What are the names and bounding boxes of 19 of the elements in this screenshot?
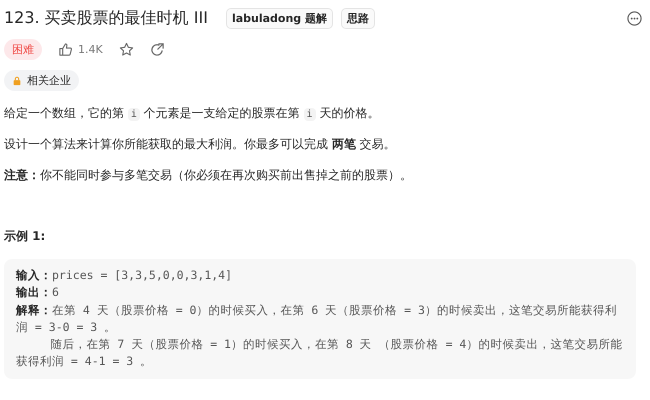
example-line: 输出：6 <box>16 284 60 302</box>
tag[interactable]: labuladong 题解 <box>226 8 334 28</box>
difficulty-badge: 困难 <box>4 39 42 60</box>
example-line: 解释：在第 4 天（股票价格 = 0）的时候买入，在第 6 天（股票价格 = 3）的时候卖出，这笔交易所能获得利润 = 3-0 = 3 。 <box>16 302 618 336</box>
thumbs-up-icon <box>58 42 73 57</box>
description-text: 给定一个数组，它的第 i 个元素是一支给定的股票在第 i 天的价格。 <box>4 105 380 122</box>
more-icon[interactable] <box>627 10 642 26</box>
example-heading: 示例 1: <box>4 228 46 245</box>
lock-icon <box>12 76 22 86</box>
companies-button[interactable]: 相关企业 <box>4 70 79 91</box>
description-text: 注意：你不能同时参与多笔交易（你必须在再次购买前出售掉之前的股票）。 <box>4 167 413 184</box>
problem-title: 123. 买卖股票的最佳时机 III <box>4 8 208 28</box>
example-line: 输入：prices = [3,3,5,0,0,3,1,4] <box>16 267 234 284</box>
tag[interactable]: 思路 <box>341 8 376 28</box>
example-line: 随后，在第 7 天（股票价格 = 1）的时候买入，在第 8 天 （股票价格 = 4）的时候卖出，这笔交易所能获得利润 = 4-1 = 3 。 <box>16 336 624 370</box>
like-button[interactable]: 1.4K <box>58 42 103 57</box>
description-text: 设计一个算法来计算你所能获取的最大利润。你最多可以完成 两笔 交易。 <box>4 136 397 153</box>
star-icon[interactable] <box>118 42 134 57</box>
share-icon[interactable] <box>150 42 165 57</box>
